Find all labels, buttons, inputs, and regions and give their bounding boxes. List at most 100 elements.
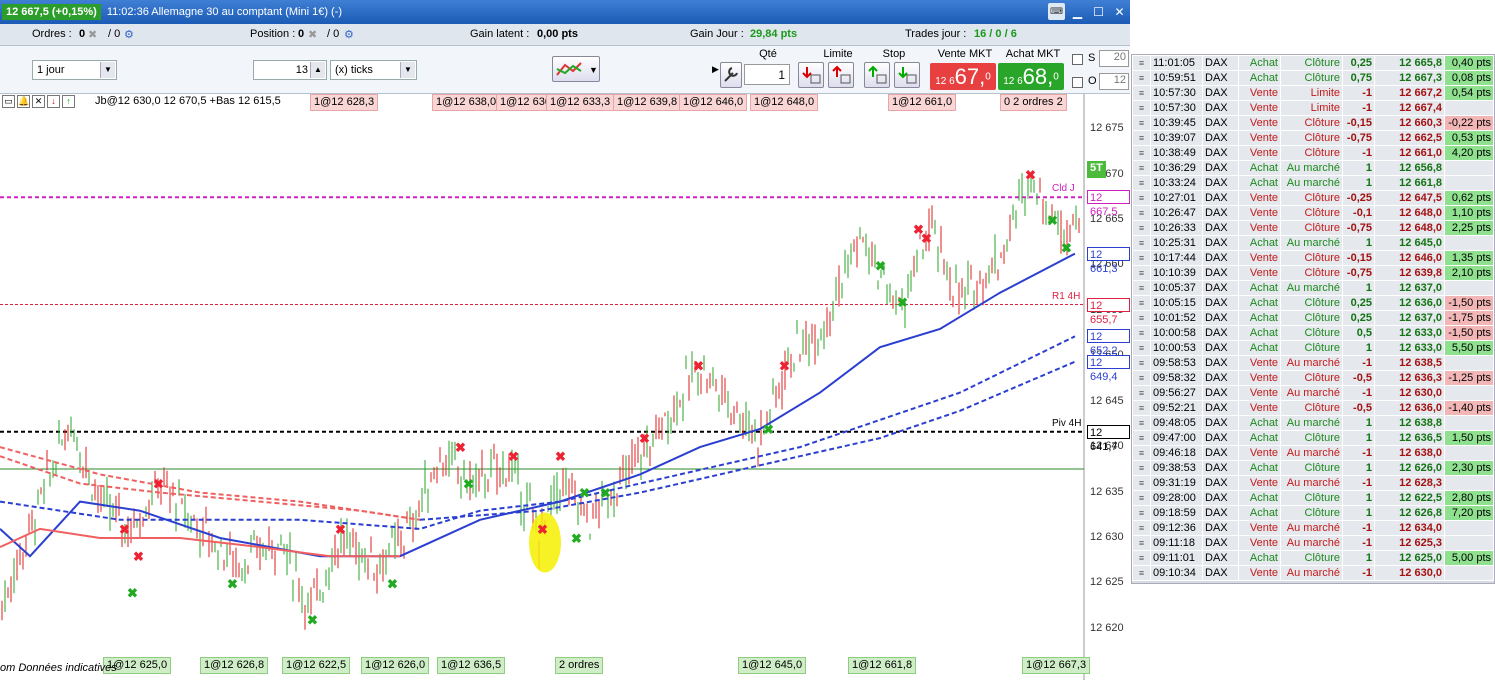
spinner-icon[interactable]: ▲	[310, 62, 325, 78]
position-settings-icon[interactable]: ⚙	[344, 28, 354, 41]
keyboard-icon[interactable]: ⌨	[1048, 3, 1065, 20]
price-chart[interactable]: ✖ ✖ ✖ ✖ ✖ ✖ ✖ ✖ ✖ ✖ ✖ ✖ ✖ ✖ ✖ ✖ ✖ ✖ ✖ ✖ ✖ ✖ ✖ ✖ ✖ ✖ ✖ ▭ 🔔 ✕ ↓ ↑ 12…	[0, 94, 1130, 680]
table-row[interactable]: ≡ 10:10:39 DAX Vente Clôture -0,75 12 639,8 2,1…	[1132, 265, 1494, 281]
trade-qty: 0,75	[1342, 70, 1375, 86]
order-label-top[interactable]: 1@12 638,0	[432, 94, 501, 111]
table-row[interactable]: ≡ 09:10:34 DAX Vente Au marché -1 12 630,0	[1132, 565, 1494, 581]
order-label-bottom[interactable]: 1@12 667,3	[1022, 657, 1091, 674]
ticks-unit-select[interactable]: (x) ticks ▼	[330, 60, 417, 80]
trade-symbol: DAX	[1202, 190, 1239, 206]
trade-symbol: DAX	[1202, 235, 1239, 251]
table-row[interactable]: ≡ 09:11:18 DAX Vente Au marché -1 12 625,3	[1132, 535, 1494, 551]
table-row[interactable]: ≡ 09:58:32 DAX Vente Clôture -0,5 12 636,3 -1,2…	[1132, 370, 1494, 386]
trade-symbol: DAX	[1202, 220, 1239, 236]
order-label-top[interactable]: 1@12 661,0	[888, 94, 957, 111]
table-row[interactable]: ≡ 11:01:05 DAX Achat Clôture 0,25 12 665,8 0,40…	[1132, 55, 1494, 71]
table-row[interactable]: ≡ 09:46:18 DAX Vente Au marché -1 12 638,0	[1132, 445, 1494, 461]
table-row[interactable]: ≡ 09:18:59 DAX Achat Clôture 1 12 626,8 7,20 pt…	[1132, 505, 1494, 521]
position-close-icon[interactable]: ✖	[308, 28, 317, 41]
o-checkbox[interactable]	[1072, 77, 1083, 88]
trade-type: Clôture	[1280, 265, 1343, 281]
table-row[interactable]: ≡ 09:58:53 DAX Vente Au marché -1 12 638,5	[1132, 355, 1494, 371]
period-select[interactable]: 1 jour ▼	[32, 60, 117, 80]
ticks-input[interactable]: 13 ▲	[253, 60, 327, 80]
table-row[interactable]: ≡ 09:47:00 DAX Achat Clôture 1 12 636,5 1,50 pt…	[1132, 430, 1494, 446]
order-label-bottom[interactable]: 1@12 645,0	[738, 657, 807, 674]
s-checkbox[interactable]	[1072, 54, 1083, 65]
table-row[interactable]: ≡ 09:56:27 DAX Vente Au marché -1 12 630,0	[1132, 385, 1494, 401]
table-row[interactable]: ≡ 10:39:45 DAX Vente Clôture -0,15 12 660,3 -0,…	[1132, 115, 1494, 131]
qty-input[interactable]: 1	[744, 64, 790, 85]
sell-marker-icon: ✖	[153, 476, 164, 491]
table-row[interactable]: ≡ 10:38:49 DAX Vente Clôture -1 12 661,0 4,20 p…	[1132, 145, 1494, 161]
indicators-button[interactable]: ▼	[552, 56, 600, 82]
order-label-top[interactable]: 1@12 639,8	[613, 94, 682, 111]
table-row[interactable]: ≡ 09:11:01 DAX Achat Clôture 1 12 625,0 5,00 pt…	[1132, 550, 1494, 566]
order-label-top[interactable]: 0 2 ordres 2	[1000, 94, 1067, 111]
maximize-icon[interactable]: ☐	[1090, 3, 1107, 20]
table-row[interactable]: ≡ 10:00:58 DAX Achat Clôture 0,5 12 633,0 -1,50…	[1132, 325, 1494, 341]
table-row[interactable]: ≡ 10:26:33 DAX Vente Clôture -0,75 12 648,0 2,2…	[1132, 220, 1494, 236]
table-row[interactable]: ≡ 10:27:01 DAX Vente Clôture -0,25 12 647,5 0,6…	[1132, 190, 1494, 206]
table-row[interactable]: ≡ 10:36:29 DAX Achat Au marché 1 12 656,8	[1132, 160, 1494, 176]
table-row[interactable]: ≡ 10:33:24 DAX Achat Au marché 1 12 661,8	[1132, 175, 1494, 191]
wrench-icon[interactable]	[720, 62, 742, 88]
buy-market-button[interactable]: 12 668,0	[998, 63, 1064, 90]
close-circle-icon[interactable]: ✕	[32, 95, 45, 108]
order-label-top[interactable]: 1@12 628,3	[310, 94, 379, 111]
account-info-bar: Ordres : 0 ✖ / 0 ⚙ Position : 0 ✖ / 0 ⚙ …	[0, 24, 1130, 46]
table-row[interactable]: ≡ 10:01:52 DAX Achat Clôture 0,25 12 637,0 -1,7…	[1132, 310, 1494, 326]
order-label-bottom[interactable]: 1@12 626,8	[200, 657, 269, 674]
order-label-top[interactable]: 1@12 648,0	[750, 94, 819, 111]
table-row[interactable]: ≡ 10:25:31 DAX Achat Au marché 1 12 645,0	[1132, 235, 1494, 251]
order-label-bottom[interactable]: 1@12 626,0	[361, 657, 430, 674]
bell-icon[interactable]: 🔔	[17, 95, 30, 108]
sell-arrow-icon[interactable]: ↓	[47, 95, 60, 108]
limit-sell-icon[interactable]	[798, 62, 824, 88]
sell-market-button[interactable]: 12 667,0	[930, 63, 996, 90]
position-total: / 0	[327, 28, 340, 40]
title-bar: 12 667,5 (+0,15%) 11:02:36 Allemagne 30 …	[0, 0, 1130, 24]
trade-time: 09:47:00	[1150, 430, 1203, 446]
orders-cancel-icon[interactable]: ✖	[88, 28, 97, 41]
order-label-top[interactable]: 1@12 633,3	[546, 94, 615, 111]
order-label-top[interactable]: 1@12 646,0	[679, 94, 748, 111]
table-row[interactable]: ≡ 09:52:21 DAX Vente Clôture -0,5 12 636,0 -1,4…	[1132, 400, 1494, 416]
order-label-bottom[interactable]: 2 ordres	[555, 657, 604, 674]
table-row[interactable]: ≡ 10:59:51 DAX Achat Clôture 0,75 12 667,3 0,08…	[1132, 70, 1494, 86]
order-label-bottom[interactable]: 1@12 636,5	[437, 657, 506, 674]
table-row[interactable]: ≡ 09:38:53 DAX Achat Clôture 1 12 626,0 2,30 pt…	[1132, 460, 1494, 476]
orders-settings-icon[interactable]: ⚙	[124, 28, 134, 41]
table-row[interactable]: ≡ 10:39:07 DAX Vente Clôture -0,75 12 662,5 0,5…	[1132, 130, 1494, 146]
order-label-bottom[interactable]: 1@12 622,5	[282, 657, 351, 674]
table-row[interactable]: ≡ 10:57:30 DAX Vente Limite -1 12 667,4	[1132, 100, 1494, 116]
trade-time: 10:38:49	[1150, 145, 1203, 161]
table-row[interactable]: ≡ 10:05:37 DAX Achat Au marché 1 12 637,0	[1132, 280, 1494, 296]
stop-sell-icon[interactable]	[894, 62, 920, 88]
order-label-bottom[interactable]: 1@12 661,8	[848, 657, 917, 674]
s-input[interactable]: 20	[1099, 50, 1129, 67]
order-label-top[interactable]: Jb@12 630,0 12 670,5 +Bas 12 615,5	[92, 94, 284, 111]
table-row[interactable]: ≡ 10:00:53 DAX Achat Clôture 1 12 633,0 5,50 pt…	[1132, 340, 1494, 356]
window-icon[interactable]: ▭	[2, 95, 15, 108]
doc-icon: ≡	[1132, 565, 1151, 581]
panel-toggle-icon[interactable]: ▶	[712, 64, 719, 75]
table-row[interactable]: ≡ 10:26:47 DAX Vente Clôture -0,1 12 648,0 1,10…	[1132, 205, 1494, 221]
doc-icon: ≡	[1132, 100, 1151, 116]
minimize-icon[interactable]: ▁	[1069, 3, 1086, 20]
close-icon[interactable]: ✕	[1111, 3, 1128, 20]
table-row[interactable]: ≡ 09:28:00 DAX Achat Clôture 1 12 622,5 2,80 pt…	[1132, 490, 1494, 506]
table-row[interactable]: ≡ 09:48:05 DAX Achat Au marché 1 12 638,8	[1132, 415, 1494, 431]
table-row[interactable]: ≡ 09:12:36 DAX Vente Au marché -1 12 634,0	[1132, 520, 1494, 536]
buy-arrow-icon[interactable]: ↑	[62, 95, 75, 108]
trade-symbol: DAX	[1202, 280, 1239, 296]
stop-buy-icon[interactable]	[864, 62, 890, 88]
o-input[interactable]: 12	[1099, 73, 1129, 90]
table-row[interactable]: ≡ 10:57:30 DAX Vente Limite -1 12 667,2 0,54 pt…	[1132, 85, 1494, 101]
limit-buy-icon[interactable]	[828, 62, 854, 88]
table-row[interactable]: ≡ 10:17:44 DAX Vente Clôture -0,15 12 646,0 1,3…	[1132, 250, 1494, 266]
ticks-value: 13	[295, 64, 308, 76]
table-row[interactable]: ≡ 10:05:15 DAX Achat Clôture 0,25 12 636,0 -1,5…	[1132, 295, 1494, 311]
trade-side: Vente	[1238, 400, 1281, 416]
table-row[interactable]: ≡ 09:31:19 DAX Vente Au marché -1 12 628,3	[1132, 475, 1494, 491]
